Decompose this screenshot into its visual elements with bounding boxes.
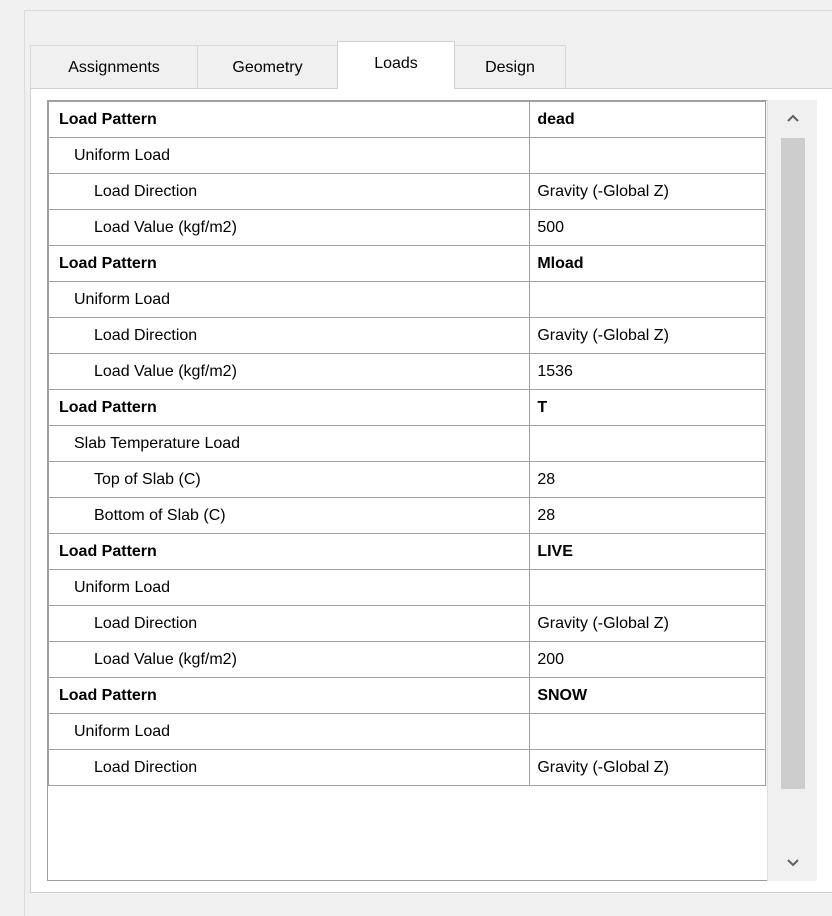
property-value[interactable] bbox=[529, 137, 767, 174]
property-value[interactable]: 200 bbox=[529, 641, 767, 678]
property-value[interactable]: dead bbox=[529, 101, 767, 138]
scroll-up-button[interactable] bbox=[768, 100, 818, 136]
property-label: Top of Slab (C) bbox=[48, 461, 531, 498]
property-value[interactable]: T bbox=[529, 389, 767, 426]
load-pattern-row[interactable]: Load Pattern dead bbox=[48, 101, 814, 138]
property-label: Bottom of Slab (C) bbox=[48, 497, 531, 534]
scrollbar-thumb[interactable] bbox=[781, 138, 805, 789]
chevron-down-icon bbox=[787, 859, 799, 867]
property-value[interactable] bbox=[529, 569, 767, 606]
property-value[interactable]: 28 bbox=[529, 497, 767, 534]
tab-design[interactable]: Design bbox=[454, 45, 566, 88]
property-grid: Load Pattern dead Uniform Load Load Directi… bbox=[47, 100, 817, 881]
tab-geometry[interactable]: Geometry bbox=[197, 45, 338, 88]
property-label: Load Pattern bbox=[48, 101, 531, 138]
tab-label: Design bbox=[485, 59, 535, 76]
vertical-scrollbar[interactable] bbox=[767, 100, 817, 881]
property-row[interactable]: Uniform Load bbox=[48, 137, 814, 174]
tab-assignments[interactable]: Assignments bbox=[30, 45, 198, 88]
property-value[interactable] bbox=[529, 281, 767, 318]
property-value[interactable] bbox=[529, 713, 767, 750]
property-value[interactable]: Gravity (-Global Z) bbox=[529, 173, 767, 210]
property-label: Load Value (kgf/m2) bbox=[48, 641, 531, 678]
property-value[interactable]: SNOW bbox=[529, 677, 767, 714]
property-value[interactable]: 500 bbox=[529, 209, 767, 246]
property-label: Load Pattern bbox=[48, 677, 531, 714]
property-label: Uniform Load bbox=[48, 569, 531, 606]
property-label: Uniform Load bbox=[48, 137, 531, 174]
property-label: Load Direction bbox=[48, 605, 531, 642]
property-label: Slab Temperature Load bbox=[48, 425, 531, 462]
property-row[interactable]: Load Value (kgf/m2) 500 bbox=[48, 209, 814, 246]
tab-label: Loads bbox=[374, 55, 418, 72]
property-label: Load Pattern bbox=[48, 389, 531, 426]
property-label: Load Pattern bbox=[48, 533, 531, 570]
property-row[interactable]: Bottom of Slab (C) 28 bbox=[48, 497, 814, 534]
property-label: Load Value (kgf/m2) bbox=[48, 209, 531, 246]
property-row[interactable]: Top of Slab (C) 28 bbox=[48, 461, 814, 498]
property-row[interactable]: Load Value (kgf/m2) 1536 bbox=[48, 353, 814, 390]
tab-label: Geometry bbox=[232, 59, 303, 76]
property-row[interactable]: Load Value (kgf/m2) 200 bbox=[48, 641, 814, 678]
property-row[interactable]: Slab Temperature Load bbox=[48, 425, 814, 462]
tab-loads[interactable]: Loads bbox=[337, 41, 455, 89]
property-row[interactable]: Load Direction Gravity (-Global Z) bbox=[48, 173, 814, 210]
property-label: Load Direction bbox=[48, 749, 531, 786]
tab-label: Assignments bbox=[68, 59, 160, 76]
property-row[interactable]: Load Direction Gravity (-Global Z) bbox=[48, 317, 814, 354]
property-row[interactable]: Load Direction Gravity (-Global Z) bbox=[48, 749, 814, 786]
property-value[interactable]: LIVE bbox=[529, 533, 767, 570]
property-value[interactable]: Gravity (-Global Z) bbox=[529, 749, 767, 786]
property-value[interactable]: 1536 bbox=[529, 353, 767, 390]
property-value[interactable]: Mload bbox=[529, 245, 767, 282]
load-pattern-row[interactable]: Load Pattern T bbox=[48, 389, 814, 426]
load-pattern-row[interactable]: Load Pattern Mload bbox=[48, 245, 814, 282]
property-label: Load Direction bbox=[48, 173, 531, 210]
property-row[interactable]: Load Direction Gravity (-Global Z) bbox=[48, 605, 814, 642]
property-label: Uniform Load bbox=[48, 713, 531, 750]
property-label: Load Direction bbox=[48, 317, 531, 354]
property-label: Uniform Load bbox=[48, 281, 531, 318]
property-row[interactable]: Uniform Load bbox=[48, 713, 814, 750]
chevron-up-icon bbox=[787, 114, 799, 122]
load-pattern-row[interactable]: Load Pattern SNOW bbox=[48, 677, 814, 714]
property-value[interactable] bbox=[529, 425, 767, 462]
load-pattern-row[interactable]: Load Pattern LIVE bbox=[48, 533, 814, 570]
property-value[interactable]: Gravity (-Global Z) bbox=[529, 317, 767, 354]
property-value[interactable]: Gravity (-Global Z) bbox=[529, 605, 767, 642]
property-label: Load Pattern bbox=[48, 245, 531, 282]
property-row[interactable]: Uniform Load bbox=[48, 569, 814, 606]
property-value[interactable]: 28 bbox=[529, 461, 767, 498]
property-table: Load Pattern dead Uniform Load Load Directi… bbox=[48, 101, 814, 786]
scroll-down-button[interactable] bbox=[768, 845, 818, 881]
property-label: Load Value (kgf/m2) bbox=[48, 353, 531, 390]
property-row[interactable]: Uniform Load bbox=[48, 281, 814, 318]
